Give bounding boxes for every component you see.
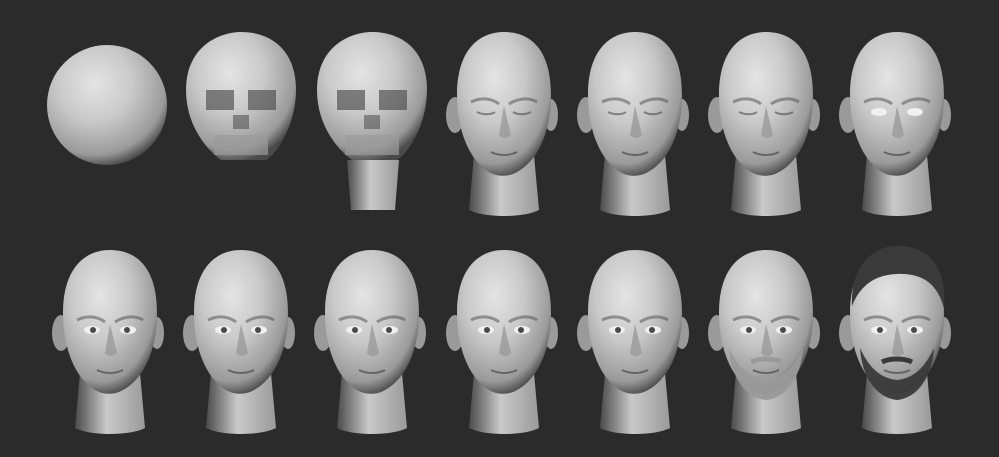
sculpt-detailed-head xyxy=(52,250,164,434)
stage-cell-refined-face-eyes-closed xyxy=(570,20,700,225)
sculpt-refined-face-eyes-closed xyxy=(576,32,689,216)
sculpt-face-eyes-open xyxy=(839,32,952,216)
sculpt-detailed-head-final-skin xyxy=(576,250,689,434)
stage-cell-detailed-head-refined xyxy=(176,238,306,438)
stage-cell-face-eyes-open xyxy=(832,20,962,225)
progression-row-top xyxy=(0,20,999,225)
stage-cell-detailed-head-expression xyxy=(307,238,437,438)
sculpt-detailed-head-refined xyxy=(183,250,296,434)
sculpt-detailed-head-expression xyxy=(314,250,427,434)
stage-cell-sphere xyxy=(45,20,175,225)
sculpt-progression-canvas xyxy=(0,0,999,457)
stage-cell-smooth-face-eyes-closed xyxy=(701,20,831,225)
stage-cell-bearded-head-with-hair xyxy=(832,238,962,438)
stage-cell-detailed-head-final-skin xyxy=(570,238,700,438)
stage-cell-bearded-head-sculpted xyxy=(701,238,831,438)
sculpt-bearded-head-sculpted xyxy=(707,250,820,434)
sculpt-bearded-head-with-hair xyxy=(839,245,952,434)
sculpt-sphere xyxy=(47,45,167,165)
stage-cell-detailed-head-textured xyxy=(439,238,569,438)
sculpt-smooth-face-eyes-closed xyxy=(707,32,820,216)
progression-row-bottom xyxy=(0,238,999,438)
sculpt-skull-with-neck xyxy=(317,32,428,210)
sculpt-rough-face-eyes-closed xyxy=(445,32,558,216)
stage-cell-skull-with-neck xyxy=(307,20,437,225)
sculpt-detailed-head-textured xyxy=(445,250,558,434)
sculpt-blocky-skull xyxy=(186,32,297,160)
stage-cell-blocky-skull xyxy=(176,20,306,225)
stage-cell-detailed-head xyxy=(45,238,175,438)
stage-cell-rough-face-eyes-closed xyxy=(439,20,569,225)
